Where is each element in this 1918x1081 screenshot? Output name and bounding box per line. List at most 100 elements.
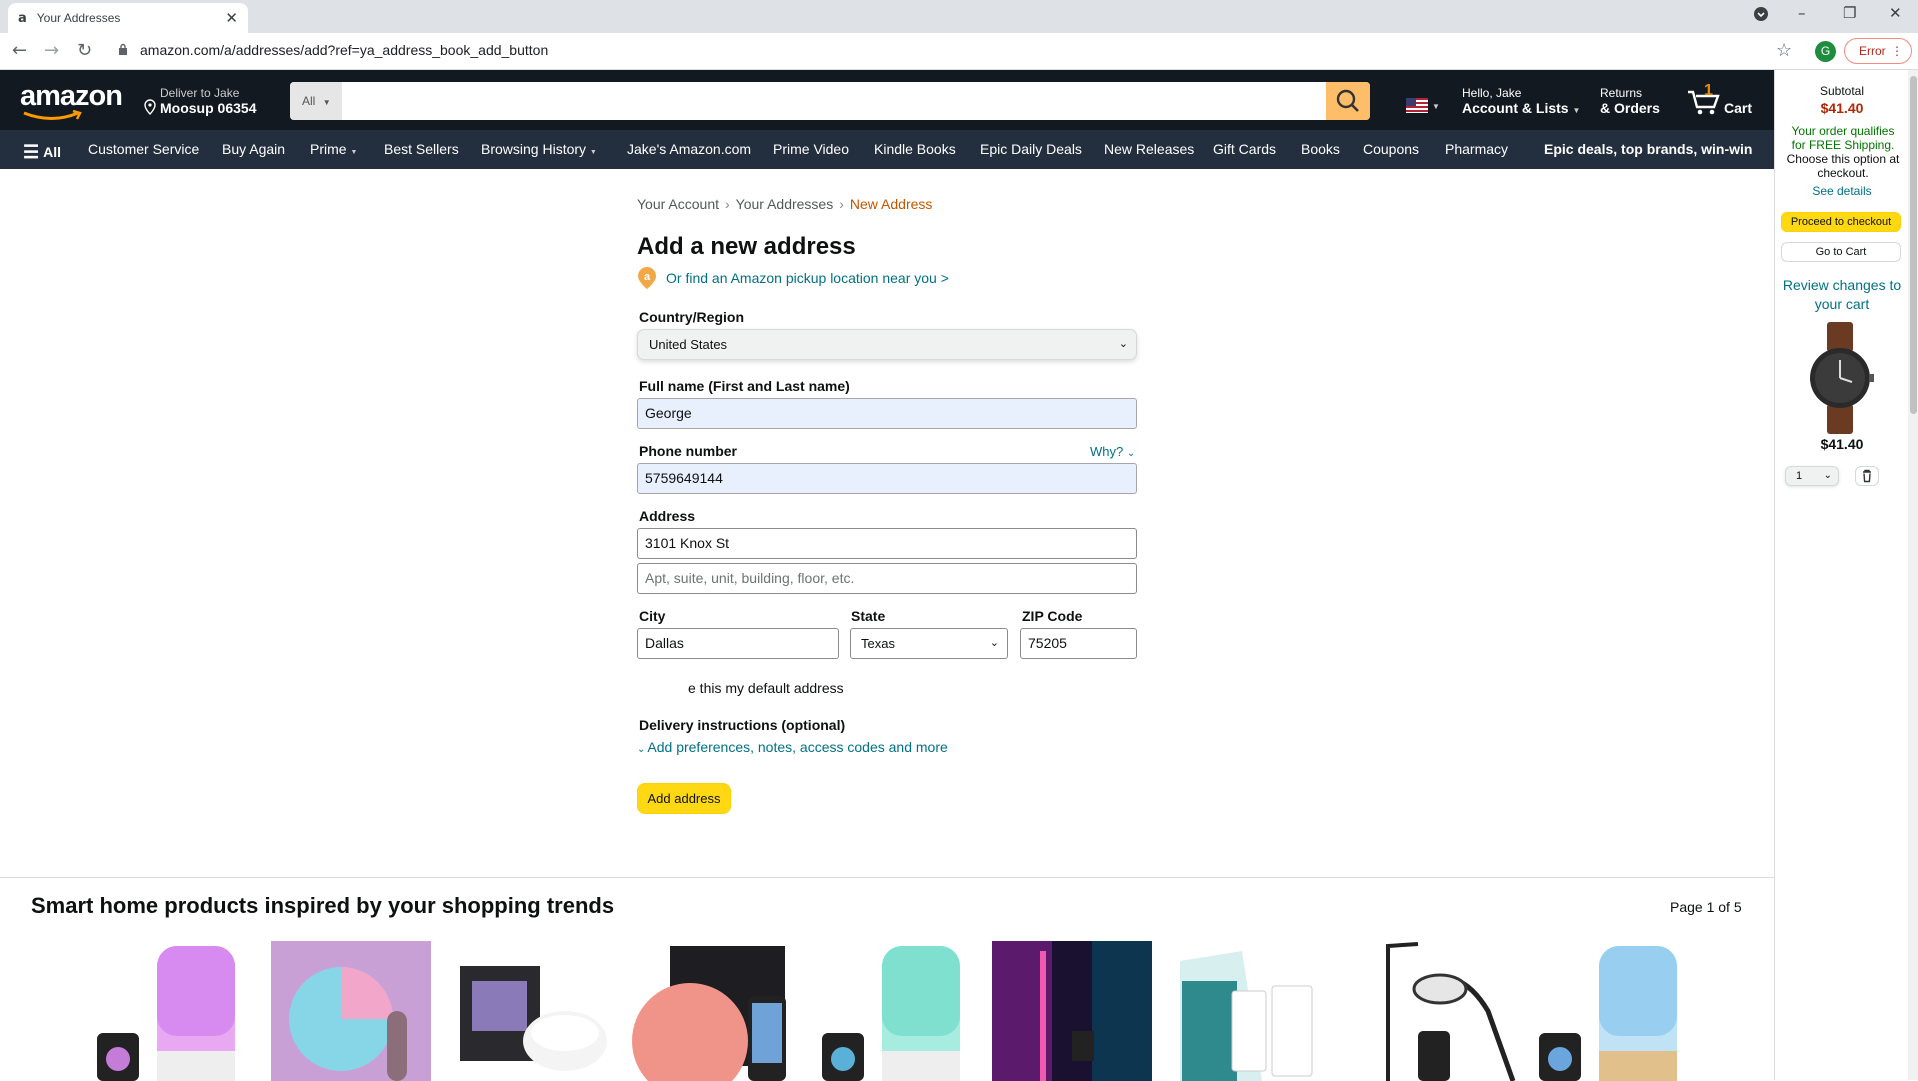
nav-promo-link[interactable]: Epic deals, top brands, win-win bbox=[1544, 141, 1752, 157]
nav-item-new-releases[interactable]: New Releases bbox=[1104, 141, 1194, 157]
see-details-link[interactable]: See details bbox=[1775, 184, 1909, 198]
cart-label: Cart bbox=[1724, 100, 1753, 116]
product-image[interactable] bbox=[1537, 941, 1687, 1081]
all-menu-label: All bbox=[43, 144, 62, 160]
go-to-cart-button[interactable]: Go to Cart bbox=[1781, 242, 1901, 262]
phone-label: Phone number bbox=[639, 443, 738, 459]
product-image[interactable] bbox=[1172, 941, 1332, 1081]
returns-orders-link[interactable]: Returns & Orders bbox=[1600, 86, 1660, 116]
url-field[interactable]: amazon.com/a/addresses/add?ref=ya_addres… bbox=[140, 42, 548, 58]
state-label: State bbox=[851, 608, 886, 624]
browser-tab[interactable]: a Your Addresses ✕ bbox=[8, 3, 248, 33]
nav-item-prime-video[interactable]: Prime Video bbox=[773, 141, 849, 157]
product-image[interactable] bbox=[630, 941, 790, 1081]
cart-flyout-panel: Subtotal $41.40 Your order qualifies for… bbox=[1774, 70, 1908, 1080]
country-value: United States bbox=[649, 337, 728, 352]
nav-item-kindle-books[interactable]: Kindle Books bbox=[874, 141, 956, 157]
restore-icon[interactable]: ❐ bbox=[1843, 4, 1856, 22]
zip-label: ZIP Code bbox=[1022, 608, 1083, 624]
forward-icon[interactable]: → bbox=[44, 40, 59, 61]
review-changes-link[interactable]: Review changes to your cart bbox=[1775, 276, 1909, 314]
address-line2-input[interactable]: Apt, suite, unit, building, floor, etc. bbox=[637, 563, 1137, 594]
hamburger-icon: ☰ bbox=[23, 142, 40, 162]
profile-avatar[interactable]: G bbox=[1815, 41, 1836, 62]
scrollbar-thumb[interactable] bbox=[1910, 76, 1917, 414]
all-menu-button[interactable]: ☰ All bbox=[23, 141, 61, 162]
address-line1-input[interactable]: 3101 Knox St bbox=[637, 528, 1137, 559]
subtotal-amount: $41.40 bbox=[1820, 100, 1864, 116]
close-window-icon[interactable]: ✕ bbox=[1889, 4, 1902, 22]
product-image[interactable] bbox=[820, 941, 970, 1081]
country-select[interactable]: United States ⌄ bbox=[637, 329, 1137, 360]
search-icon bbox=[1336, 89, 1359, 112]
close-tab-icon[interactable]: ✕ bbox=[225, 9, 238, 27]
search-bar: All ▼ bbox=[290, 82, 1370, 120]
product-image[interactable] bbox=[95, 941, 245, 1081]
zip-input[interactable]: 75205 bbox=[1020, 628, 1137, 659]
breadcrumb-your-account[interactable]: Your Account bbox=[637, 196, 719, 212]
breadcrumb-separator: › bbox=[725, 196, 730, 212]
delete-item-button[interactable] bbox=[1855, 466, 1879, 486]
nav-item-pharmacy[interactable]: Pharmacy bbox=[1445, 141, 1508, 157]
back-icon[interactable]: ← bbox=[12, 40, 27, 61]
nav-item-buy-again[interactable]: Buy Again bbox=[222, 141, 285, 157]
tab-search-icon[interactable] bbox=[1753, 6, 1769, 26]
caret-down-icon: ▼ bbox=[322, 98, 331, 107]
cart-item-price: $41.40 bbox=[1820, 436, 1864, 452]
search-input[interactable] bbox=[342, 82, 1316, 120]
product-image[interactable] bbox=[1378, 941, 1528, 1081]
nav-item-gift-cards[interactable]: Gift Cards bbox=[1213, 141, 1276, 157]
nav-item-customer-service[interactable]: Customer Service bbox=[88, 141, 199, 157]
pickup-location-link[interactable]: Or find an Amazon pickup location near y… bbox=[666, 270, 949, 286]
amazon-logo[interactable]: amazon bbox=[20, 80, 123, 113]
address-label: Address bbox=[639, 508, 696, 524]
nav-item-prime[interactable]: Prime ▼ bbox=[310, 141, 357, 157]
recommendations-page-indicator: Page 1 of 5 bbox=[1670, 899, 1742, 915]
phone-input[interactable]: 5759649144 bbox=[637, 463, 1137, 494]
nav-item-browsing-history[interactable]: Browsing History ▼ bbox=[481, 141, 597, 157]
breadcrumb: Your Account › Your Addresses › New Address bbox=[637, 196, 932, 212]
us-flag-icon[interactable] bbox=[1406, 98, 1428, 113]
amazon-pickup-pin-icon: a bbox=[638, 267, 656, 289]
nav-item-coupons[interactable]: Coupons bbox=[1363, 141, 1419, 157]
city-input[interactable]: Dallas bbox=[637, 628, 839, 659]
account-lists-menu[interactable]: Hello, Jake Account & Lists ▼ bbox=[1462, 86, 1580, 116]
bookmark-star-icon[interactable]: ☆ bbox=[1776, 40, 1792, 61]
proceed-to-checkout-button[interactable]: Proceed to checkout bbox=[1781, 212, 1901, 232]
caret-down-icon: ▼ bbox=[350, 149, 358, 156]
product-image[interactable] bbox=[271, 941, 431, 1081]
cart-link[interactable]: 1 Cart bbox=[1686, 82, 1766, 122]
fullname-input[interactable]: George bbox=[637, 398, 1137, 429]
browser-tab-bar: a Your Addresses ✕ – ❐ ✕ bbox=[0, 0, 1918, 33]
product-image[interactable] bbox=[450, 941, 610, 1081]
nav-item-books[interactable]: Books bbox=[1301, 141, 1340, 157]
search-button[interactable] bbox=[1326, 82, 1370, 120]
country-label: Country/Region bbox=[639, 309, 744, 325]
search-category-select[interactable]: All ▼ bbox=[290, 82, 342, 120]
fullname-label: Full name (First and Last name) bbox=[639, 378, 850, 394]
add-preferences-link[interactable]: ⌄ Add preferences, notes, access codes an… bbox=[637, 739, 948, 755]
nav-item-browsing-history-label: Browsing History bbox=[481, 141, 587, 157]
state-select[interactable]: Texas ⌄ bbox=[850, 628, 1008, 659]
error-button[interactable]: Error ⋮ bbox=[1844, 38, 1912, 64]
breadcrumb-separator: › bbox=[839, 196, 844, 212]
default-address-checkbox-label[interactable]: e this my default address bbox=[688, 680, 878, 696]
quantity-select[interactable]: 1 ⌄ bbox=[1785, 466, 1839, 486]
reload-icon[interactable]: ↻ bbox=[77, 40, 92, 61]
address-line2-placeholder: Apt, suite, unit, building, floor, etc. bbox=[645, 570, 855, 586]
nav-item-jakes-amazon[interactable]: Jake's Amazon.com bbox=[627, 141, 751, 157]
quantity-value: 1 bbox=[1796, 470, 1803, 482]
why-phone-link[interactable]: Why? ⌄ bbox=[1090, 444, 1135, 459]
add-address-button[interactable]: Add address bbox=[637, 783, 731, 814]
nav-item-best-sellers[interactable]: Best Sellers bbox=[384, 141, 459, 157]
nav-item-epic-daily-deals[interactable]: Epic Daily Deals bbox=[980, 141, 1082, 157]
state-value: Texas bbox=[861, 636, 895, 651]
chevron-down-icon: ⌄ bbox=[637, 744, 646, 755]
minimize-icon[interactable]: – bbox=[1798, 4, 1806, 22]
error-label: Error bbox=[1859, 44, 1886, 58]
deliver-to[interactable]: Deliver to Jake Moosup 06354 bbox=[142, 86, 256, 116]
breadcrumb-your-addresses[interactable]: Your Addresses bbox=[736, 196, 834, 212]
product-image[interactable] bbox=[992, 941, 1152, 1081]
watch-product-image[interactable] bbox=[1805, 322, 1875, 434]
amazon-header: amazon Deliver to Jake Moosup 06354 All … bbox=[0, 70, 1774, 130]
